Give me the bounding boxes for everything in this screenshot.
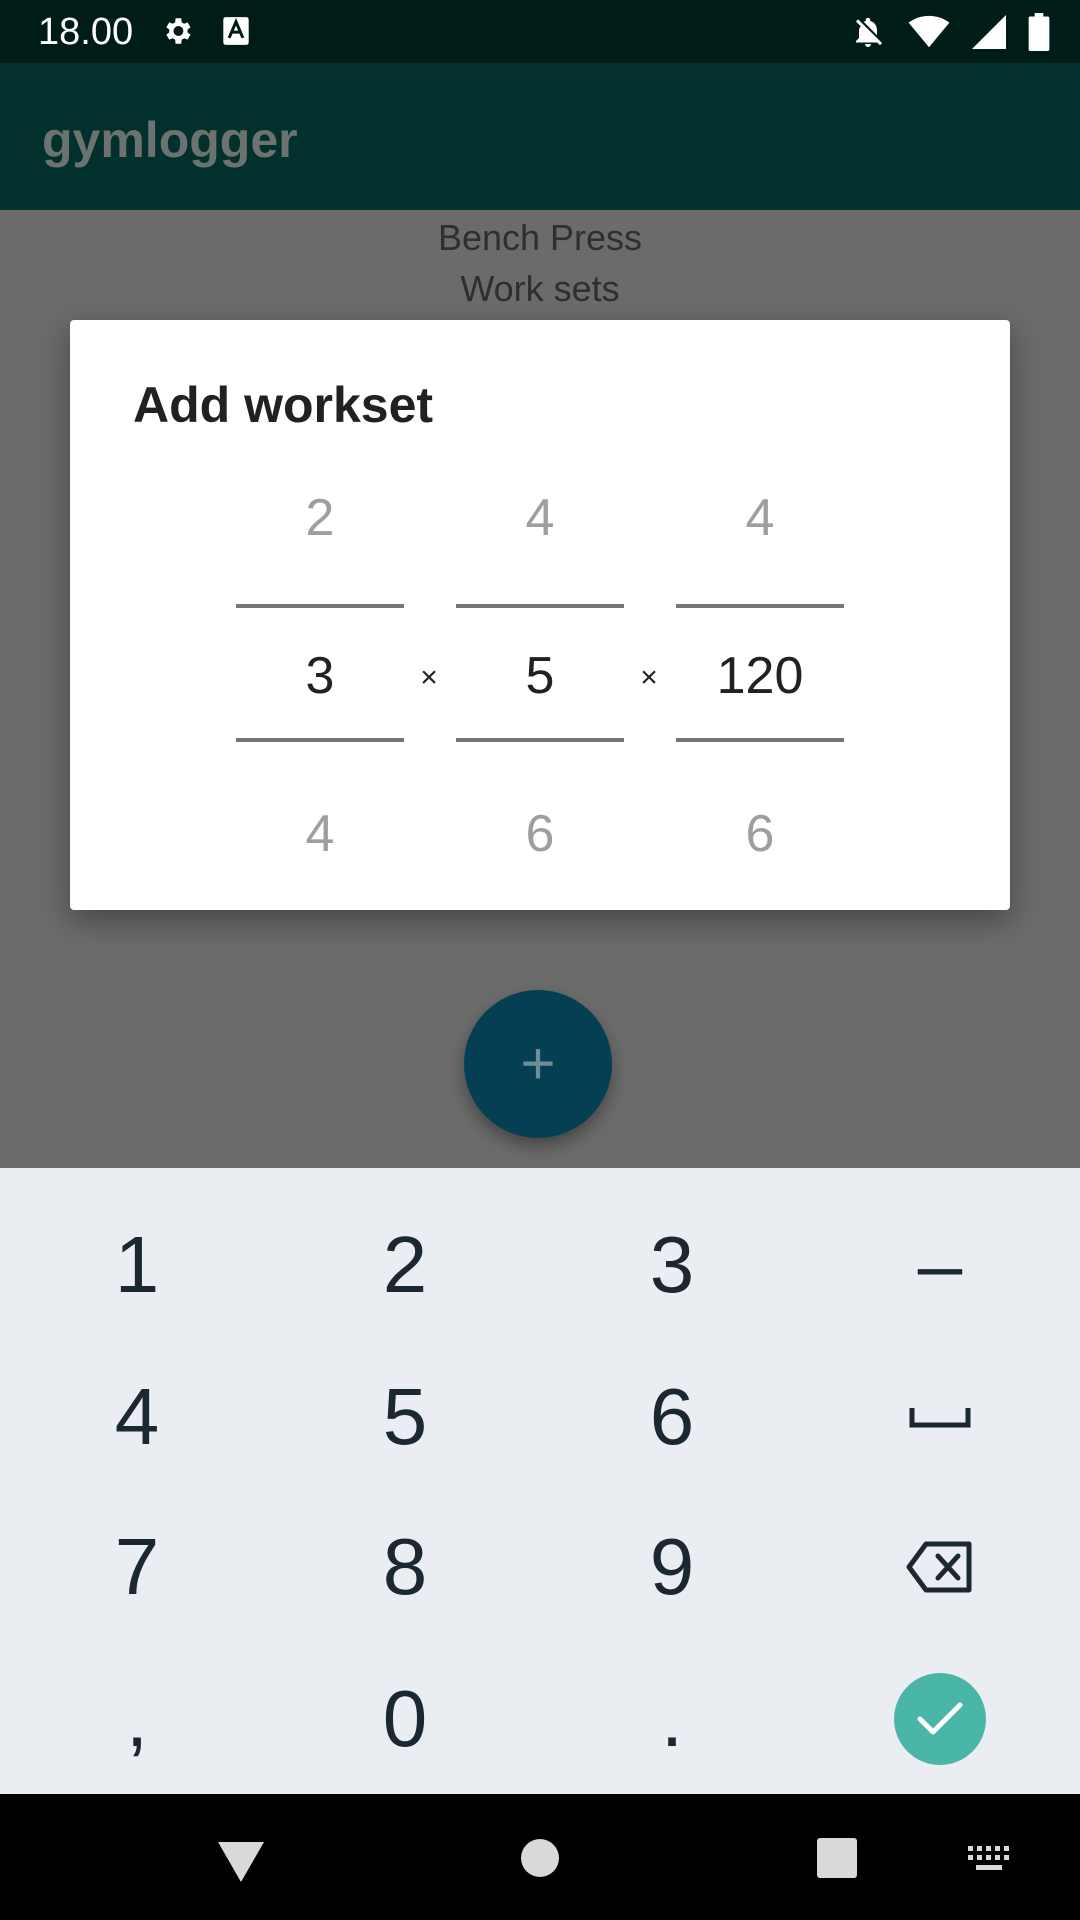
key-4[interactable]: 4 [37,1352,237,1482]
picker-divider [676,604,844,608]
navigation-bar [0,1794,1080,1920]
reps-picker[interactable]: 4 5 6 [456,320,624,910]
backspace-icon [906,1541,972,1593]
weight-picker[interactable]: 4 120 6 [676,320,844,910]
key-9[interactable]: 9 [572,1502,772,1632]
app-bar: gymlogger [0,63,1080,210]
picker-divider [676,738,844,742]
back-icon[interactable] [216,1840,266,1884]
sets-picker[interactable]: 2 3 4 [236,320,404,910]
picker-current-value[interactable]: 120 [676,646,844,706]
keyboard-switch-icon[interactable] [968,1846,1012,1872]
picker-divider [236,604,404,608]
picker-divider [456,604,624,608]
picker-previous-value[interactable]: 2 [236,488,404,548]
key-8[interactable]: 8 [305,1502,505,1632]
key-comma[interactable]: , [37,1654,237,1784]
key-period[interactable]: . [572,1654,772,1784]
key-backspace[interactable] [840,1502,1040,1632]
picker-next-value[interactable]: 6 [676,804,844,864]
recents-icon[interactable] [817,1838,857,1878]
exercise-name: Bench Press [437,217,643,258]
key-6[interactable]: 6 [572,1352,772,1482]
picker-divider [456,738,624,742]
picker-divider [236,738,404,742]
times-separator: × [640,661,658,694]
key-7[interactable]: 7 [37,1502,237,1632]
key-3[interactable]: 3 [572,1200,772,1330]
status-icons [850,12,1050,52]
notifications-off-icon [856,17,883,47]
picker-current-value[interactable]: 3 [236,646,404,706]
key-2[interactable]: 2 [305,1200,505,1330]
key-1[interactable]: 1 [37,1200,237,1330]
gear-icon [166,18,191,44]
app-title: gymlogger [42,112,298,168]
key-minus[interactable]: – [840,1200,1040,1330]
a-badge-icon [223,17,249,45]
picker-next-value[interactable]: 4 [236,804,404,864]
plus-icon: + [520,1030,556,1097]
picker-current-value[interactable]: 5 [456,646,624,706]
status-time: 18.00 [38,11,134,53]
space-key-icon [909,1408,971,1428]
picker-next-value[interactable]: 6 [456,804,624,864]
battery-icon [1028,13,1050,51]
confirm-icon [917,1702,963,1735]
home-icon[interactable] [520,1838,560,1878]
times-separator: × [420,661,438,694]
key-space[interactable] [840,1352,1040,1482]
wifi-icon [908,15,950,48]
add-workset-fab[interactable]: + [464,990,612,1138]
signal-icon [972,15,1006,49]
key-confirm[interactable] [840,1654,1040,1784]
section-title: Work sets [460,268,620,309]
picker-previous-value[interactable]: 4 [456,488,624,548]
picker-previous-value[interactable]: 4 [676,488,844,548]
status-bar: 18.00 [0,0,1080,63]
key-5[interactable]: 5 [305,1352,505,1482]
add-workset-dialog: Add workset 2 3 4 × 4 5 6 × 4 120 6 [70,320,1010,910]
confirm-key-circle[interactable] [894,1673,986,1765]
key-0[interactable]: 0 [305,1654,505,1784]
